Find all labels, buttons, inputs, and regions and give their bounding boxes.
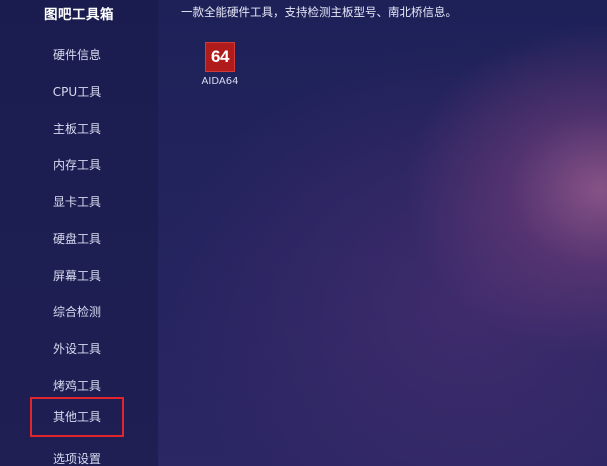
sidebar-item-comprehensive-test[interactable]: 综合检测 bbox=[30, 299, 124, 325]
sidebar-item-cpu-tools[interactable]: CPU工具 bbox=[30, 79, 124, 105]
sidebar-item-disk-tools[interactable]: 硬盘工具 bbox=[30, 226, 124, 252]
tool-description: 一款全能硬件工具，支持检测主板型号、南北桥信息。 bbox=[181, 5, 457, 19]
sidebar: 图吧工具箱 硬件信息 CPU工具 主板工具 内存工具 显卡工具 硬盘工具 屏幕工… bbox=[0, 0, 158, 466]
sidebar-item-settings[interactable]: 选项设置 bbox=[30, 446, 124, 466]
sidebar-item-stress-test-tools[interactable]: 烤鸡工具 bbox=[30, 373, 124, 399]
sidebar-item-memory-tools[interactable]: 内存工具 bbox=[30, 152, 124, 178]
sidebar-item-screen-tools[interactable]: 屏幕工具 bbox=[30, 263, 124, 289]
sidebar-nav: 硬件信息 CPU工具 主板工具 内存工具 显卡工具 硬盘工具 屏幕工具 综合检测… bbox=[0, 0, 158, 466]
sidebar-item-peripheral-tools[interactable]: 外设工具 bbox=[30, 336, 124, 362]
aida64-icon[interactable]: 64 bbox=[205, 42, 235, 72]
sidebar-item-gpu-tools[interactable]: 显卡工具 bbox=[30, 189, 124, 215]
app-window: 图吧工具箱 硬件信息 CPU工具 主板工具 内存工具 显卡工具 硬盘工具 屏幕工… bbox=[0, 0, 607, 466]
tool-label: AIDA64 bbox=[201, 76, 239, 87]
tool-aida64[interactable]: 64 AIDA64 bbox=[200, 42, 240, 87]
sidebar-item-other-tools[interactable]: 其他工具 bbox=[30, 397, 124, 437]
sidebar-item-motherboard-tools[interactable]: 主板工具 bbox=[30, 116, 124, 142]
sidebar-item-hardware-info[interactable]: 硬件信息 bbox=[30, 42, 124, 68]
